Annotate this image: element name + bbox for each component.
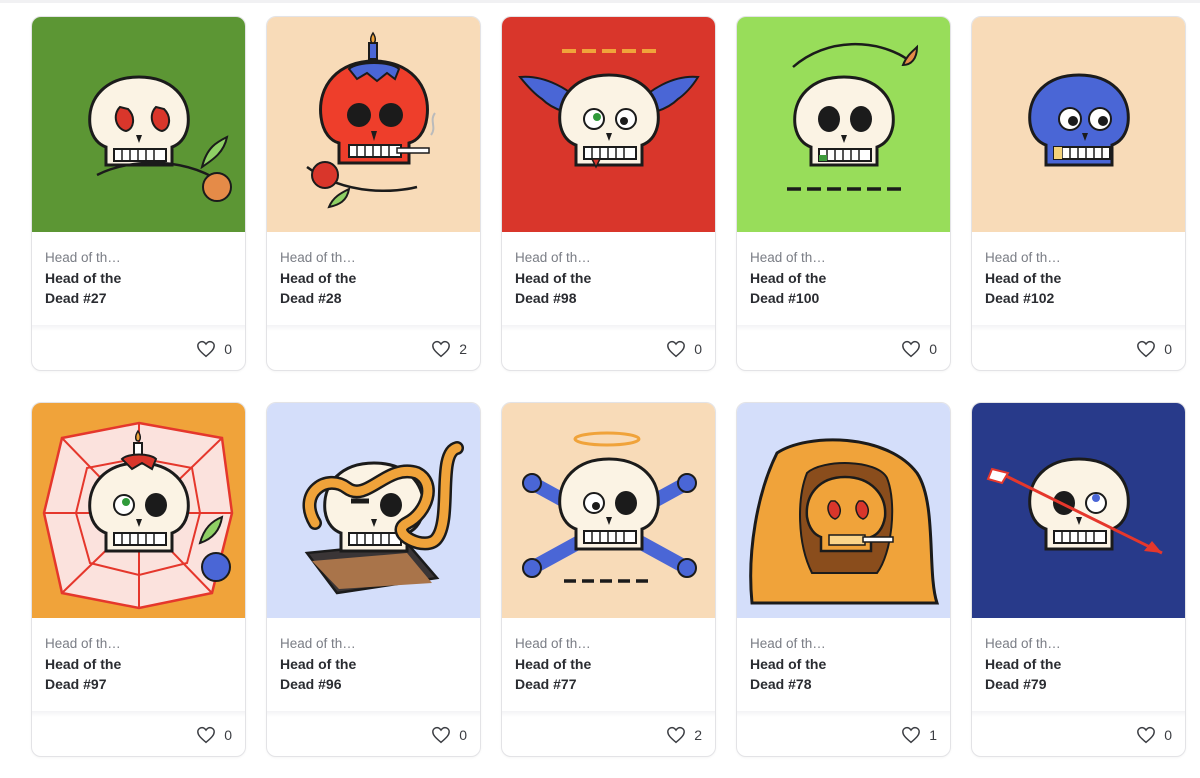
nft-image[interactable] (502, 17, 715, 232)
nft-name: Head of the Dead #100 (750, 270, 827, 306)
card-footer: 0 (431, 726, 467, 744)
heart-icon[interactable] (901, 340, 921, 358)
nft-card[interactable]: Head of th… Head of the Dead #96 0 (266, 402, 481, 757)
like-count: 0 (694, 341, 702, 357)
like-count: 2 (694, 727, 702, 743)
nft-image[interactable] (972, 403, 1185, 618)
nft-card[interactable]: Head of th… Head of the Dead #98 0 (501, 16, 716, 371)
nft-grid: Head of th… Head of the Dead #27 0 Head … (31, 16, 1186, 757)
like-count: 2 (459, 341, 467, 357)
like-count: 1 (929, 727, 937, 743)
heart-icon[interactable] (666, 340, 686, 358)
nft-image[interactable] (737, 17, 950, 232)
nft-image[interactable] (32, 17, 245, 232)
nft-image[interactable] (502, 403, 715, 618)
top-divider (0, 0, 1200, 3)
card-footer: 0 (666, 340, 702, 358)
nft-name: Head of the Dead #28 (280, 270, 357, 306)
heart-icon[interactable] (431, 726, 451, 744)
collection-name: Head of th… (985, 250, 1061, 265)
nft-card[interactable]: Head of th… Head of the Dead #100 0 (736, 16, 951, 371)
like-count: 0 (459, 727, 467, 743)
nft-card[interactable]: Head of th… Head of the Dead #78 1 (736, 402, 951, 757)
nft-name: Head of the Dead #78 (750, 656, 827, 692)
collection-name: Head of th… (45, 636, 121, 651)
heart-icon[interactable] (666, 726, 686, 744)
card-divider (502, 325, 715, 331)
card-divider (32, 711, 245, 717)
heart-icon[interactable] (196, 726, 216, 744)
card-divider (972, 711, 1185, 717)
nft-card[interactable]: Head of th… Head of the Dead #77 2 (501, 402, 716, 757)
nft-image[interactable] (267, 17, 480, 232)
nft-name: Head of the Dead #96 (280, 656, 357, 692)
heart-icon[interactable] (1136, 726, 1156, 744)
heart-icon[interactable] (901, 726, 921, 744)
like-count: 0 (929, 341, 937, 357)
heart-icon[interactable] (196, 340, 216, 358)
card-divider (32, 325, 245, 331)
collection-name: Head of th… (515, 636, 591, 651)
like-count: 0 (224, 727, 232, 743)
card-divider (502, 711, 715, 717)
nft-name: Head of the Dead #27 (45, 270, 122, 306)
card-footer: 2 (431, 340, 467, 358)
card-divider (267, 711, 480, 717)
card-footer: 0 (1136, 726, 1172, 744)
heart-icon[interactable] (431, 340, 451, 358)
collection-name: Head of th… (45, 250, 121, 265)
card-footer: 0 (196, 340, 232, 358)
nft-image[interactable] (267, 403, 480, 618)
nft-name: Head of the Dead #97 (45, 656, 122, 692)
collection-name: Head of th… (280, 636, 356, 651)
nft-card[interactable]: Head of th… Head of the Dead #79 0 (971, 402, 1186, 757)
nft-card[interactable]: Head of th… Head of the Dead #97 0 (31, 402, 246, 757)
nft-name: Head of the Dead #77 (515, 656, 592, 692)
card-footer: 0 (901, 340, 937, 358)
nft-card[interactable]: Head of th… Head of the Dead #102 0 (971, 16, 1186, 371)
nft-card[interactable]: Head of th… Head of the Dead #27 0 (31, 16, 246, 371)
nft-image[interactable] (737, 403, 950, 618)
card-divider (737, 711, 950, 717)
collection-name: Head of th… (280, 250, 356, 265)
nft-name: Head of the Dead #98 (515, 270, 592, 306)
like-count: 0 (1164, 727, 1172, 743)
collection-name: Head of th… (750, 636, 826, 651)
card-footer: 0 (1136, 340, 1172, 358)
collection-name: Head of th… (985, 636, 1061, 651)
nft-name: Head of the Dead #102 (985, 270, 1062, 306)
nft-image[interactable] (972, 17, 1185, 232)
nft-name: Head of the Dead #79 (985, 656, 1062, 692)
nft-card[interactable]: Head of th… Head of the Dead #28 2 (266, 16, 481, 371)
card-divider (972, 325, 1185, 331)
card-divider (267, 325, 480, 331)
card-footer: 0 (196, 726, 232, 744)
card-divider (737, 325, 950, 331)
heart-icon[interactable] (1136, 340, 1156, 358)
like-count: 0 (224, 341, 232, 357)
nft-image[interactable] (32, 403, 245, 618)
like-count: 0 (1164, 341, 1172, 357)
collection-name: Head of th… (750, 250, 826, 265)
card-footer: 2 (666, 726, 702, 744)
collection-name: Head of th… (515, 250, 591, 265)
card-footer: 1 (901, 726, 937, 744)
